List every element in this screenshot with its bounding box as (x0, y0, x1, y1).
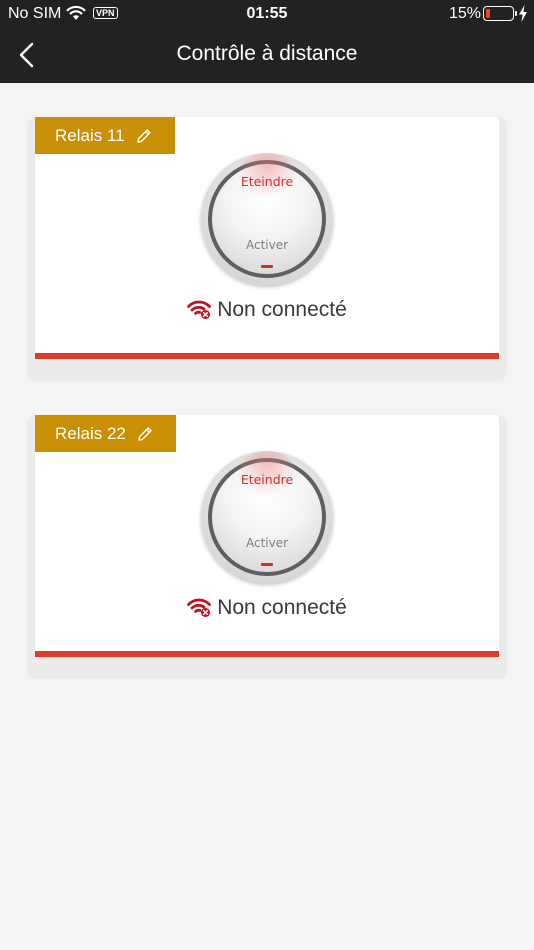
battery-nub (515, 11, 517, 16)
wifi-off-icon (187, 300, 212, 319)
status-bar-accent (35, 353, 499, 359)
knob-indicator (261, 563, 273, 566)
status-bar-accent (35, 651, 499, 657)
top-bar: No SIM VPN 01:55 15% Contrôle à distance (0, 0, 534, 83)
pencil-icon[interactable] (136, 425, 154, 443)
pencil-icon[interactable] (135, 127, 153, 145)
turn-off-label[interactable]: Eteindre (201, 472, 333, 487)
page-title: Contrôle à distance (176, 42, 358, 65)
connection-status: Non connecté (35, 595, 499, 621)
battery-percent: 15% (449, 5, 482, 22)
relay-name-button[interactable]: Relais 22 (35, 415, 176, 452)
power-knob[interactable]: Eteindre Activer (201, 451, 333, 583)
wifi-off-icon (187, 598, 212, 617)
battery-fill (486, 9, 490, 18)
charging-bolt-icon (519, 5, 527, 22)
status-bar: No SIM VPN 01:55 15% (0, 0, 534, 28)
turn-off-label[interactable]: Eteindre (201, 174, 333, 189)
activate-label[interactable]: Activer (201, 238, 333, 252)
relay-name: Relais 22 (55, 424, 126, 443)
connection-status: Non connecté (35, 297, 499, 323)
connection-status-text: Non connecté (217, 298, 347, 321)
battery-icon (483, 6, 517, 21)
relay-name: Relais 11 (55, 126, 125, 145)
relay-card-1: Relais 11 Eteindre Activer Non connecté (35, 117, 499, 359)
relay-card-2-frame: Relais 22 Eteindre Activer Non connecté (27, 415, 507, 679)
relay-name-button[interactable]: Relais 11 (35, 117, 175, 154)
activate-label[interactable]: Activer (201, 536, 333, 550)
knob-indicator (261, 265, 273, 268)
connection-status-text: Non connecté (217, 596, 347, 619)
relay-card-2: Relais 22 Eteindre Activer Non connecté (35, 415, 499, 657)
power-knob[interactable]: Eteindre Activer (201, 153, 333, 285)
relay-card-1-frame: Relais 11 Eteindre Activer Non connecté (27, 117, 507, 381)
